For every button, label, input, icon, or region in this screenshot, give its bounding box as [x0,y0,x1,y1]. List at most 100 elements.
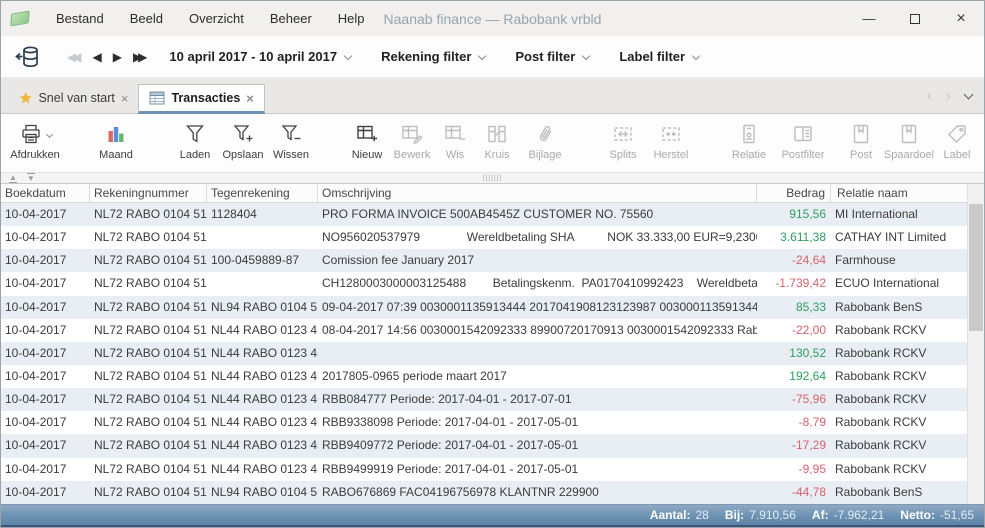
toolbar-button-label: Wis [446,149,464,161]
label-button: Label [937,119,977,161]
window-title: Naanab finance — Rabobank vrbld [384,11,602,27]
window-controls: — × [846,1,984,36]
nieuw-button[interactable]: Nieuw [345,119,389,161]
cell-omschrijving: 08-04-2017 14:56 0030001542092333 899007… [318,319,757,342]
laden-button[interactable]: Laden [171,119,219,161]
maand-button[interactable]: Maand [89,119,143,161]
close-button[interactable]: × [938,1,984,36]
minimize-button[interactable]: — [846,1,892,36]
cell-tegenrekening: NL44 RABO 0123 456... [207,342,318,365]
opslaan-button[interactable]: Opslaan [219,119,267,161]
table-row[interactable]: 10-04-2017 NL72 RABO 0104 510... NL44 RA… [1,434,984,457]
cell-relatie-naam: Rabobank RCKV [831,411,967,434]
table-row[interactable]: 10-04-2017 NL72 RABO 0104 510... NO95602… [1,226,984,249]
toolbar-button-label: Postfilter [782,149,825,161]
navigation-toolbar: ◀◀ ◀ ▶ ▶▶ 10 april 2017 - 10 april 2017 … [1,36,984,78]
cell-omschrijving: RABO676869 FAC04196756978 KLANTNR 229900 [318,481,757,504]
cell-tegenrekening: NL44 RABO 0123 456... [207,319,318,342]
postfilter-button: Postfilter [775,119,831,161]
scroll-tabs-right-icon[interactable]: › [946,88,951,103]
cell-tegenrekening: NL94 RABO 0104 510... [207,296,318,319]
cell-omschrijving: CH1280003000003125488 Betalingskenm. PA0… [318,272,757,295]
cell-rekeningnummer: NL72 RABO 0104 510... [90,226,207,249]
tab-transacties[interactable]: Transacties × [138,84,264,114]
maximize-button[interactable] [892,1,938,36]
table-row[interactable]: 10-04-2017 NL72 RABO 0104 510... 100-045… [1,249,984,272]
menu-overzicht[interactable]: Overzicht [176,1,257,36]
header-rekeningnummer[interactable]: Rekeningnummer [90,184,207,202]
first-period-icon[interactable]: ◀◀ [67,51,81,63]
tab-list-chevron-icon[interactable] [964,89,974,99]
menu-help[interactable]: Help [325,1,378,36]
close-tab-icon[interactable]: × [246,92,254,105]
printer-icon [19,122,43,146]
wissen-button[interactable]: Wissen [267,119,315,161]
next-period-icon[interactable]: ▶ [113,51,122,63]
cell-rekeningnummer: NL72 RABO 0104 510... [90,481,207,504]
cell-boekdatum: 10-04-2017 [1,458,90,481]
header-boekdatum[interactable]: Boekdatum [1,184,90,202]
splitter-grip[interactable]: ||||||| [483,174,503,183]
table-row[interactable]: 10-04-2017 NL72 RABO 0104 510... NL44 RA… [1,458,984,481]
herstel-button: Herstel [645,119,697,161]
cell-relatie-naam: Rabobank BenS [831,296,967,319]
cell-omschrijving: 09-04-2017 07:39 0030001135913444 201704… [318,296,757,319]
afdrukken-button[interactable]: Afdrukken [3,119,67,161]
menu-bestand[interactable]: Bestand [43,1,117,36]
titlebar: Bestand Beeld Overzicht Beheer Help Naan… [1,1,984,36]
cell-bedrag: -44,78 [757,481,831,504]
cell-rekeningnummer: NL72 RABO 0104 510... [90,434,207,457]
chevron-down-icon [45,130,52,137]
toolbar-button-label: Label [944,149,971,161]
table-row[interactable]: 10-04-2017 NL72 RABO 0104 510... NL44 RA… [1,365,984,388]
header-tegenrekening[interactable]: Tegenrekening [207,184,318,202]
status-label: Bij: [725,508,744,522]
menu-beheer[interactable]: Beheer [257,1,325,36]
database-export-icon[interactable] [15,44,41,70]
action-toolbar: Afdrukken Maand Laden Opslaan Wissen Nie… [1,114,984,172]
tag-icon [945,122,969,146]
cell-boekdatum: 10-04-2017 [1,296,90,319]
table-row[interactable]: 10-04-2017 NL72 RABO 0104 510... NL44 RA… [1,319,984,342]
panel-splitter[interactable]: ▲ ▼ ||||||| [1,172,984,184]
vertical-scrollbar[interactable] [967,184,984,504]
collapse-down-icon[interactable]: ▼ [27,173,35,183]
cell-rekeningnummer: NL72 RABO 0104 510... [90,342,207,365]
scrollbar-thumb[interactable] [969,204,983,331]
previous-period-icon[interactable]: ◀ [92,51,101,63]
last-period-icon[interactable]: ▶▶ [133,51,147,63]
status-label: Af: [812,508,829,522]
cell-tegenrekening: NL44 RABO 0123 456... [207,458,318,481]
table-row[interactable]: 10-04-2017 NL72 RABO 0104 510... CH12800… [1,272,984,295]
header-omschrijving[interactable]: Omschrijving [318,184,757,202]
table-row[interactable]: 10-04-2017 NL72 RABO 0104 510... NL44 RA… [1,342,984,365]
cell-boekdatum: 10-04-2017 [1,411,90,434]
chevron-down-icon [582,51,590,59]
collapse-up-icon[interactable]: ▲ [9,173,17,183]
app-logo-icon [10,11,29,27]
cell-bedrag: 3.611,38 [757,226,831,249]
transactions-table: Boekdatum Rekeningnummer Tegenrekening O… [1,184,984,504]
cell-tegenrekening: NL44 RABO 0123 456... [207,365,318,388]
cell-rekeningnummer: NL72 RABO 0104 510... [90,319,207,342]
table-row[interactable]: 10-04-2017 NL72 RABO 0104 510... NL44 RA… [1,411,984,434]
header-relatie-naam[interactable]: Relatie naam [831,184,967,202]
tab-snel-van-start[interactable]: ★ Snel van start × [9,83,138,113]
status-af: Af: -7.962,21 [812,508,884,522]
rekening-filter-dropdown[interactable]: Rekening filter [381,49,471,64]
date-range-dropdown[interactable]: 10 april 2017 - 10 april 2017 [169,49,337,64]
cell-relatie-naam: Rabobank RCKV [831,319,967,342]
table-row[interactable]: 10-04-2017 NL72 RABO 0104 510... NL94 RA… [1,296,984,319]
label-filter-dropdown[interactable]: Label filter [619,49,685,64]
scroll-tabs-left-icon[interactable]: ‹ [927,88,932,103]
header-bedrag[interactable]: Bedrag [757,184,831,202]
table-row[interactable]: 10-04-2017 NL72 RABO 0104 510... NL94 RA… [1,481,984,504]
status-netto: Netto: -51,65 [900,508,974,522]
table-row[interactable]: 10-04-2017 NL72 RABO 0104 510... NL44 RA… [1,388,984,411]
cell-boekdatum: 10-04-2017 [1,203,90,226]
menu-beeld[interactable]: Beeld [117,1,176,36]
close-tab-icon[interactable]: × [121,92,129,105]
cell-bedrag: -24,64 [757,249,831,272]
post-filter-dropdown[interactable]: Post filter [515,49,575,64]
table-row[interactable]: 10-04-2017 NL72 RABO 0104 510... 1128404… [1,203,984,226]
